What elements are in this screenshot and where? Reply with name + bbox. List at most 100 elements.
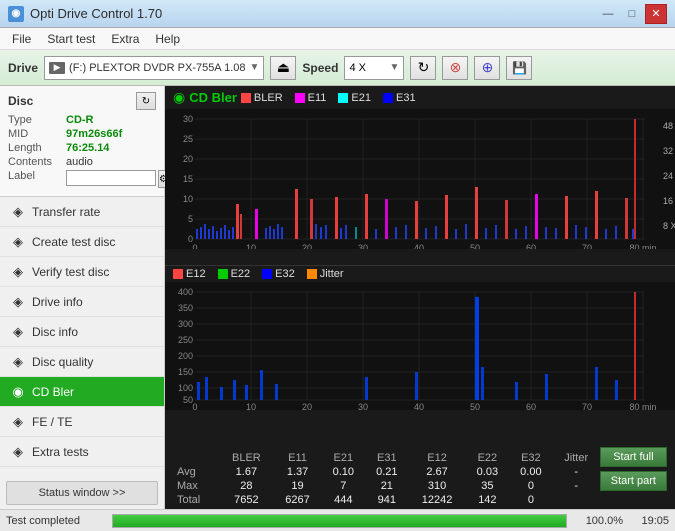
eject-button[interactable]: ⏏ (270, 56, 296, 80)
svg-text:80 min: 80 min (629, 243, 656, 249)
disc-title: Disc (8, 94, 33, 108)
disc-contents-label: Contents (8, 156, 66, 168)
stats-avg-e12: 2.67 (409, 465, 466, 479)
stats-total-e31: 941 (365, 493, 409, 507)
svg-text:60: 60 (526, 243, 536, 249)
stats-max-e11: 19 (274, 479, 322, 493)
sidebar-item-verify-test-disc[interactable]: ◈ Verify test disc (0, 257, 164, 287)
svg-text:0: 0 (192, 402, 197, 410)
erase-button[interactable]: ⊗ (442, 56, 468, 80)
minimize-button[interactable]: — (597, 4, 619, 24)
stats-avg-label: Avg (173, 465, 219, 479)
sidebar-item-drive-info[interactable]: ◈ Drive info (0, 287, 164, 317)
svg-text:10: 10 (246, 243, 256, 249)
chart2-legend-e22: E22 (218, 268, 251, 280)
sidebar-item-disc-info[interactable]: ◈ Disc info (0, 317, 164, 347)
sidebar-item-extra-tests[interactable]: ◈ Extra tests (0, 437, 164, 467)
stats-avg-jitter: - (553, 465, 600, 479)
chart1-legend-e11: E11 (295, 92, 327, 104)
sidebar-item-drive-info-label: Drive info (32, 295, 83, 309)
stats-header-e11: E11 (274, 451, 322, 465)
save-button[interactable]: 💾 (506, 56, 532, 80)
chart2-container: E12 E22 E32 Jitter (165, 266, 675, 445)
refresh-button[interactable]: ↻ (410, 56, 436, 80)
status-window-button[interactable]: Status window >> (6, 481, 158, 505)
svg-text:400: 400 (178, 287, 193, 297)
menu-extra[interactable]: Extra (103, 30, 147, 48)
chart1-container: ◉ CD Bler BLER E11 E21 E31 (165, 86, 675, 266)
disc-label-row: Label ⚙ (8, 170, 156, 188)
chart2-legend-e32: E32 (262, 268, 295, 280)
sidebar-item-fe-te[interactable]: ◈ FE / TE (0, 407, 164, 437)
stats-header-jitter: Jitter (553, 451, 600, 465)
stats-header-e12: E12 (409, 451, 466, 465)
main-layout: Disc ↻ Type CD-R MID 97m26s66f Length 76… (0, 86, 675, 509)
svg-text:70: 70 (582, 243, 592, 249)
app-icon: ◉ (8, 6, 24, 22)
progress-bar-fill (113, 515, 566, 527)
drive-text: (F:) PLEXTOR DVDR PX-755A 1.08 (69, 62, 245, 74)
sidebar-item-disc-quality[interactable]: ◈ Disc quality (0, 347, 164, 377)
svg-text:48 X: 48 X (663, 121, 675, 131)
status-text: Test completed (6, 515, 106, 527)
progress-percent: 100.0% (573, 515, 623, 527)
stats-header-e22: E22 (466, 451, 510, 465)
speed-value: 4 X (349, 62, 387, 74)
drive-select[interactable]: ▶ (F:) PLEXTOR DVDR PX-755A 1.08 ▼ (44, 56, 264, 80)
speed-select[interactable]: 4 X ▼ (344, 56, 404, 80)
speed-label: Speed (302, 61, 338, 75)
maximize-button[interactable]: □ (621, 4, 643, 24)
svg-text:40: 40 (414, 402, 424, 410)
svg-text:20: 20 (302, 243, 312, 249)
stats-max-bler: 28 (219, 479, 273, 493)
disc-type-value: CD-R (66, 114, 94, 126)
svg-text:60: 60 (526, 402, 536, 410)
menu-bar: File Start test Extra Help (0, 28, 675, 50)
svg-text:30: 30 (183, 114, 193, 124)
content-area: ◉ CD Bler BLER E11 E21 E31 (165, 86, 675, 509)
drive-info-icon: ◈ (10, 294, 26, 310)
stats-total-e22: 142 (466, 493, 510, 507)
menu-help[interactable]: Help (147, 30, 188, 48)
close-button[interactable]: ✕ (645, 4, 667, 24)
fe-te-icon: ◈ (10, 414, 26, 430)
create-test-disc-icon: ◈ (10, 234, 26, 250)
stats-avg-e31: 0.21 (365, 465, 409, 479)
start-full-button[interactable]: Start full (600, 447, 667, 467)
action-buttons: Start full Start part (600, 447, 667, 491)
sidebar-item-create-test-disc[interactable]: ◈ Create test disc (0, 227, 164, 257)
sidebar-item-cd-bler[interactable]: ◉ CD Bler (0, 377, 164, 407)
stats-avg-e11: 1.37 (274, 465, 322, 479)
menu-start-test[interactable]: Start test (39, 30, 103, 48)
stats-max-e32: 0 (509, 479, 553, 493)
stats-avg-row: Avg 1.67 1.37 0.10 0.21 2.67 0.03 0.00 - (173, 465, 600, 479)
sidebar-item-disc-info-label: Disc info (32, 325, 78, 339)
sidebar: Disc ↻ Type CD-R MID 97m26s66f Length 76… (0, 86, 165, 509)
stats-avg-bler: 1.67 (219, 465, 273, 479)
chart1-legend-e31: E31 (383, 92, 416, 104)
chart2-legend-e12: E12 (173, 268, 206, 280)
chart1-legend-bler: BLER (241, 92, 283, 104)
menu-file[interactable]: File (4, 30, 39, 48)
svg-text:20: 20 (302, 402, 312, 410)
disc-mid-value: 97m26s66f (66, 128, 122, 140)
start-part-button[interactable]: Start part (600, 471, 667, 491)
svg-text:200: 200 (178, 351, 193, 361)
stats-avg-e22: 0.03 (466, 465, 510, 479)
stats-table-container: BLER E11 E21 E31 E12 E22 E32 Jitter Avg (173, 447, 600, 507)
chart1-svg: 30 25 20 15 10 5 0 0 10 20 30 40 50 60 7… (165, 109, 675, 249)
svg-text:30: 30 (358, 243, 368, 249)
stats-max-e12: 310 (409, 479, 466, 493)
chart2-svg: 400 350 300 250 200 150 100 50 0 10 20 3… (165, 282, 675, 410)
svg-text:30: 30 (358, 402, 368, 410)
copy-button[interactable]: ⊕ (474, 56, 500, 80)
disc-refresh-btn[interactable]: ↻ (136, 92, 156, 110)
sidebar-item-create-test-disc-label: Create test disc (32, 235, 115, 249)
disc-label-input[interactable] (66, 170, 156, 186)
sidebar-item-fe-te-label: FE / TE (32, 415, 72, 429)
sidebar-item-transfer-rate[interactable]: ◈ Transfer rate (0, 197, 164, 227)
sidebar-item-verify-test-disc-label: Verify test disc (32, 265, 109, 279)
stats-header-empty (173, 451, 219, 465)
svg-text:20: 20 (183, 154, 193, 164)
disc-length-label: Length (8, 142, 66, 154)
